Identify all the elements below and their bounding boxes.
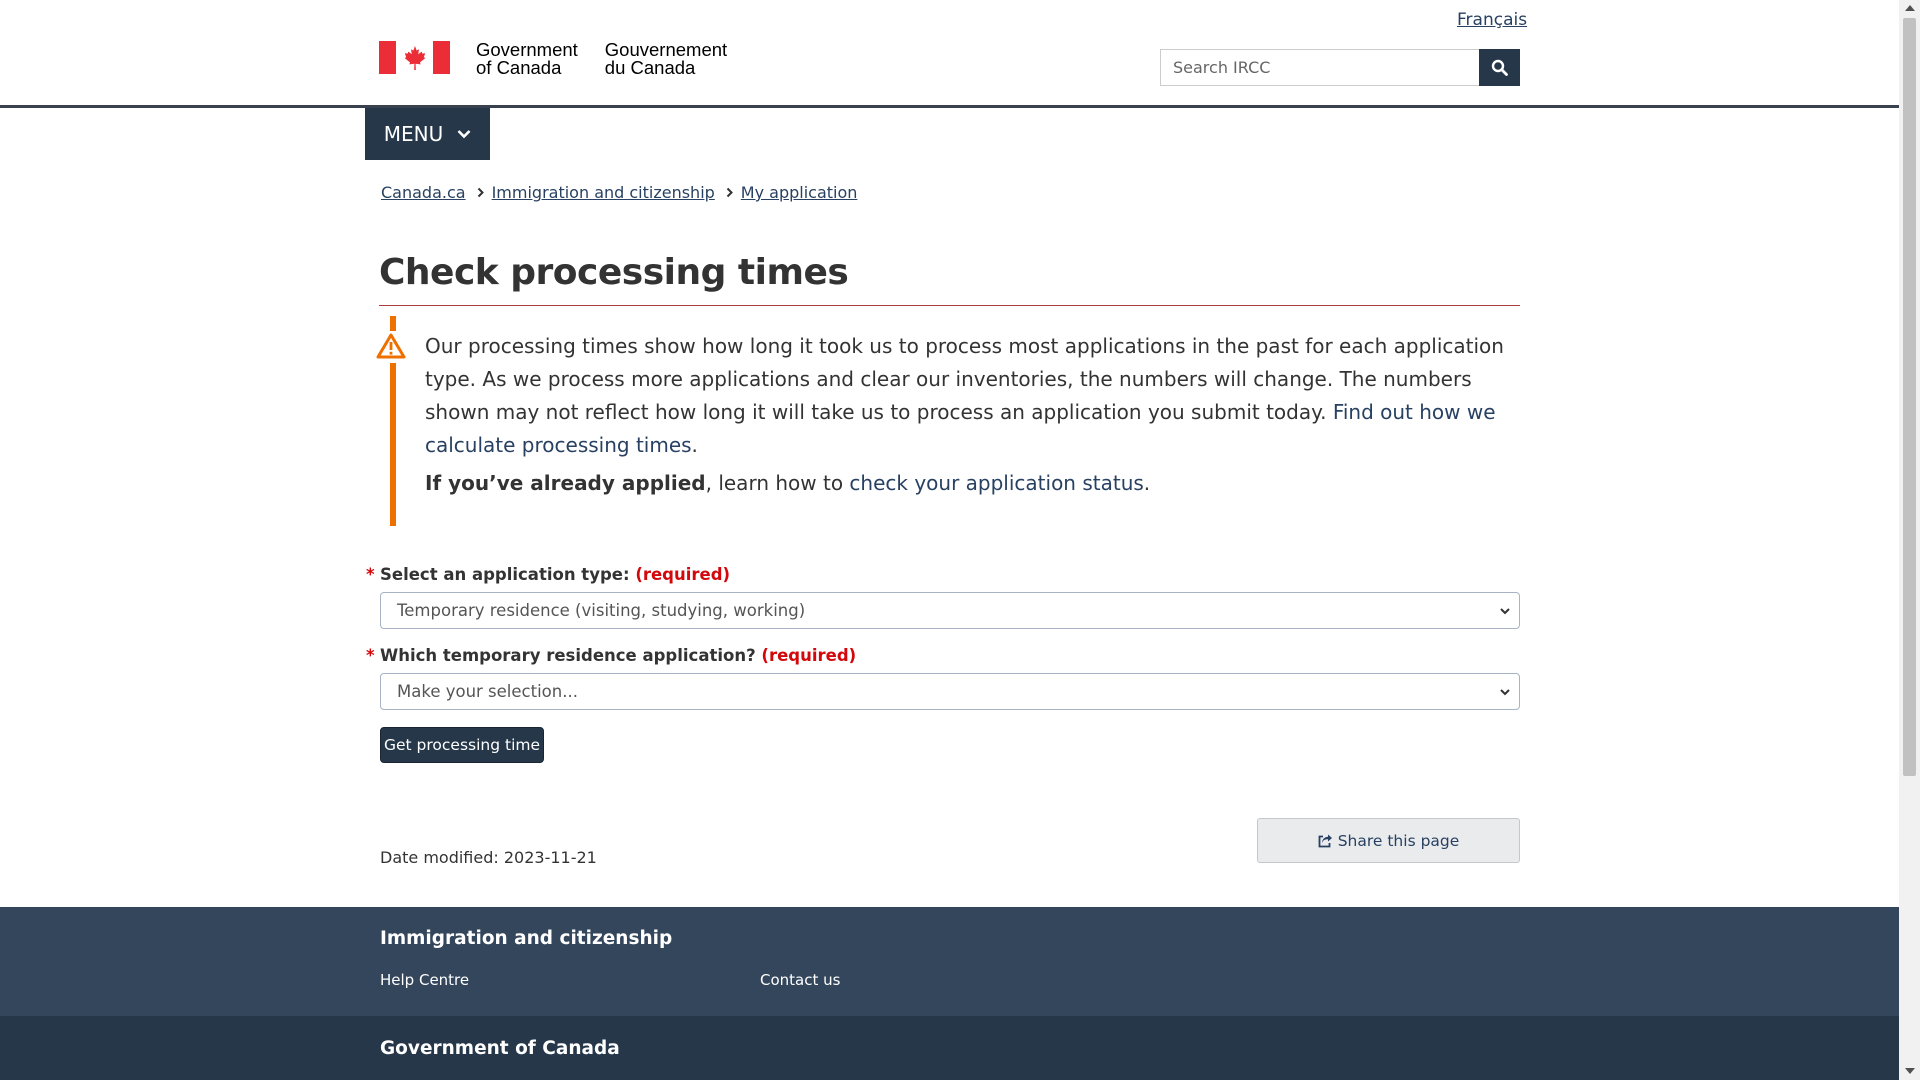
- signature-french: Gouvernement du Canada: [604, 39, 728, 78]
- share-label: Share this page: [1337, 831, 1460, 850]
- chevron-down-icon: [457, 130, 471, 139]
- warning-icon: [376, 333, 406, 363]
- search-bar: [1160, 49, 1520, 86]
- menu-button[interactable]: MENU: [365, 108, 490, 160]
- contact-us-link[interactable]: Contact us: [760, 971, 840, 989]
- breadcrumb: Canada.ca Immigration and citizenship My…: [381, 183, 857, 202]
- signature-english: Government of Canada: [476, 39, 578, 78]
- chevron-right-icon: [477, 187, 484, 198]
- breadcrumb-link-my-application[interactable]: My application: [741, 183, 858, 202]
- temporary-residence-value: Make your selection...: [397, 682, 578, 701]
- alert-accent-bar: [390, 316, 396, 331]
- application-type-value: Temporary residence (visiting, studying,…: [397, 601, 806, 620]
- scroll-thumb[interactable]: [1903, 18, 1916, 776]
- alert-accent-bar: [390, 363, 396, 526]
- temporary-residence-select[interactable]: Make your selection...: [380, 673, 1520, 710]
- menu-label: MENU: [383, 122, 444, 146]
- breadcrumb-link-immigration[interactable]: Immigration and citizenship: [492, 183, 715, 202]
- temporary-residence-label: * Which temporary residence application?…: [366, 646, 857, 665]
- chevron-right-icon: [726, 187, 733, 198]
- language-toggle-link[interactable]: Français: [1457, 10, 1527, 30]
- scroll-up-arrow-icon[interactable]: [1905, 5, 1915, 11]
- footer-section-title: Immigration and citizenship: [380, 928, 673, 949]
- notice-status-paragraph: If you’ve already applied, learn how to …: [425, 471, 1151, 495]
- chevron-down-icon: [1500, 689, 1510, 696]
- share-icon: [1318, 834, 1332, 848]
- search-icon: [1491, 59, 1508, 76]
- application-status-link[interactable]: check your application status: [849, 471, 1143, 495]
- date-modified: Date modified: 2023-11-21: [380, 848, 597, 867]
- application-type-label: * Select an application type: (required): [366, 565, 731, 584]
- canada-flag-icon: [379, 41, 450, 74]
- notice-paragraph: Our processing times show how long it to…: [425, 334, 1504, 457]
- share-page-button[interactable]: Share this page: [1257, 818, 1520, 863]
- footer-gov-title: Government of Canada: [380, 1038, 620, 1059]
- chevron-down-icon: [1500, 608, 1510, 615]
- search-input[interactable]: [1160, 49, 1479, 86]
- scroll-down-arrow-icon[interactable]: [1905, 1068, 1915, 1074]
- search-button[interactable]: [1479, 49, 1520, 86]
- vertical-scrollbar[interactable]: [1899, 0, 1920, 1080]
- page-title: Check processing times: [379, 252, 1520, 306]
- application-type-select[interactable]: Temporary residence (visiting, studying,…: [380, 592, 1520, 629]
- footer-main: Immigration and citizenship Help Centre …: [0, 907, 1899, 1016]
- processing-times-notice: Our processing times show how long it to…: [425, 330, 1525, 500]
- breadcrumb-link-canada[interactable]: Canada.ca: [381, 183, 466, 202]
- header-divider: [0, 105, 1899, 108]
- government-signature[interactable]: Government of Canada Gouvernement du Can…: [379, 39, 728, 78]
- footer-gov: Government of Canada: [0, 1016, 1899, 1080]
- help-centre-link[interactable]: Help Centre: [380, 971, 469, 989]
- get-processing-time-button[interactable]: Get processing time: [380, 727, 544, 763]
